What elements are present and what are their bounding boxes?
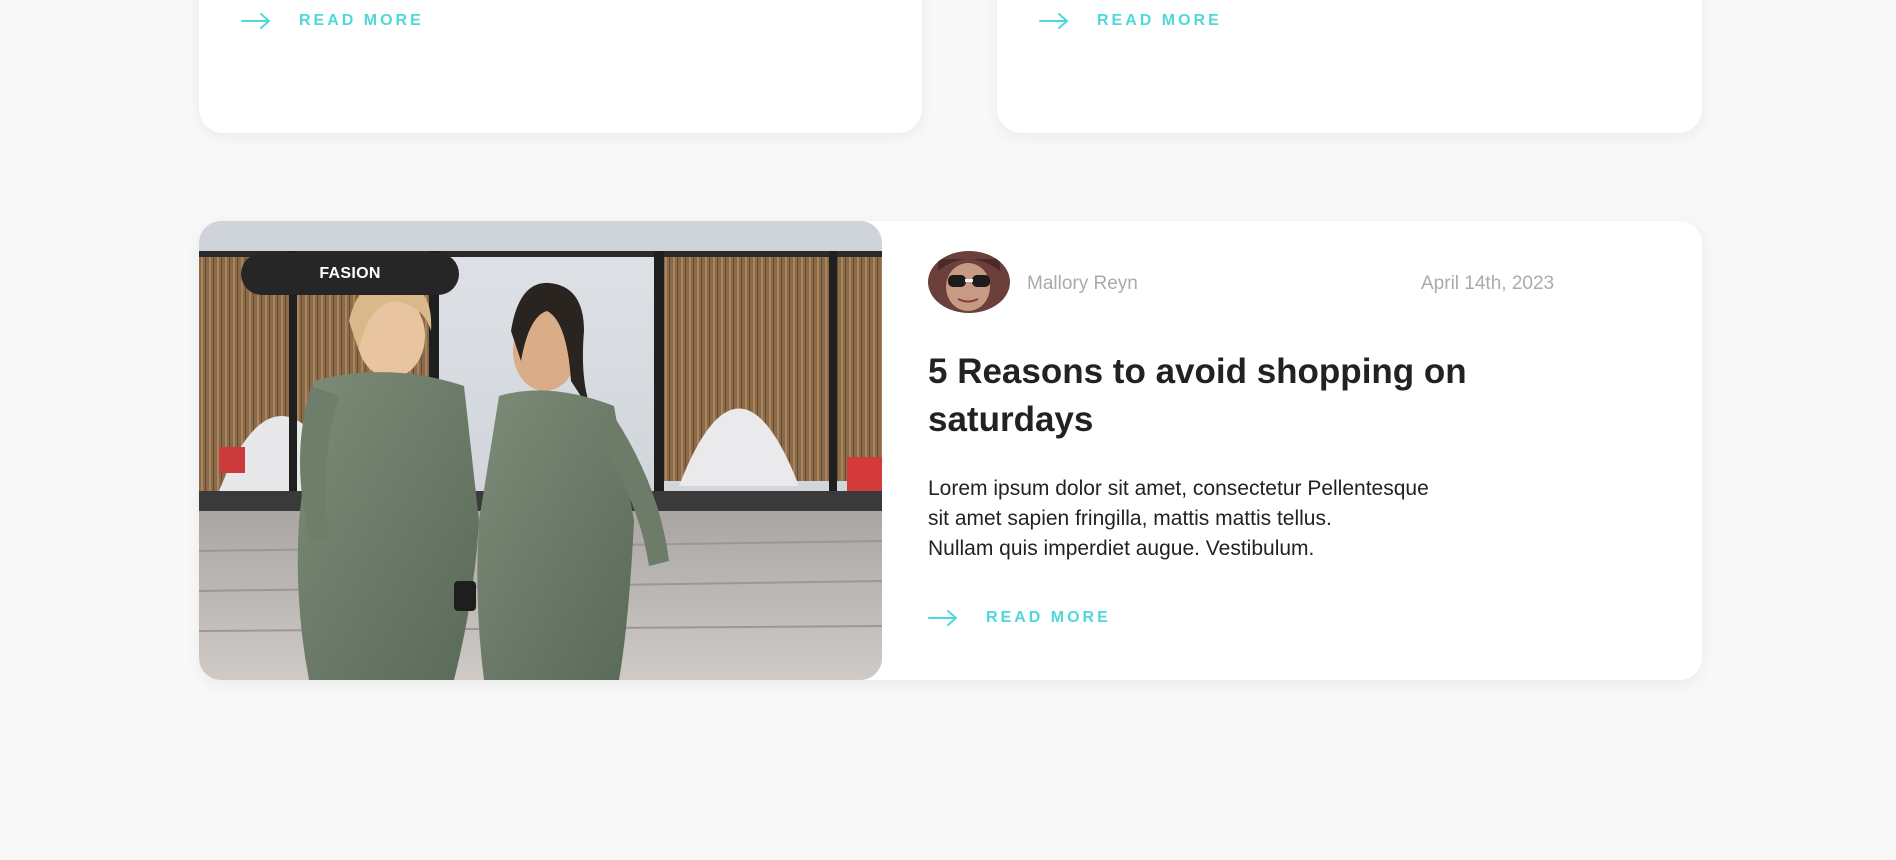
arrow-right-icon: [1039, 13, 1068, 29]
excerpt-line: Nullam quis imperdiet augue. Vestibulum.: [928, 537, 1315, 560]
author-name[interactable]: Mallory Reyn: [1027, 273, 1138, 295]
read-more-label: READ MORE: [986, 609, 1111, 626]
read-more-label: READ MORE: [1097, 12, 1222, 29]
read-more-link[interactable]: READ MORE: [241, 12, 424, 30]
read-more-link[interactable]: READ MORE: [928, 609, 1111, 627]
post-date: April 14th, 2023: [1421, 273, 1555, 294]
arrow-right-icon: [241, 13, 270, 29]
author-avatar-photo: [928, 251, 1010, 313]
arrow-right-icon: [928, 610, 957, 626]
read-more-label: READ MORE: [299, 12, 424, 29]
read-more-link[interactable]: READ MORE: [1039, 12, 1222, 30]
author-avatar[interactable]: [928, 251, 1010, 313]
post-title[interactable]: 5 Reasons to avoid shopping on saturdays: [928, 348, 1528, 444]
featured-post-card: FASION Mallory Reyn April 14th, 2023 5 R…: [199, 221, 1702, 680]
excerpt-line: Lorem ipsum dolor sit amet, consectetur …: [928, 477, 1429, 500]
featured-post-image[interactable]: FASION: [199, 221, 882, 680]
post-excerpt: Lorem ipsum dolor sit amet, consectetur …: [928, 474, 1508, 564]
post-card-top-left: READ MORE: [199, 0, 922, 133]
excerpt-line: sit amet sapien fringilla, mattis mattis…: [928, 507, 1332, 530]
category-badge[interactable]: FASION: [241, 253, 459, 295]
post-card-top-right: READ MORE: [997, 0, 1702, 133]
